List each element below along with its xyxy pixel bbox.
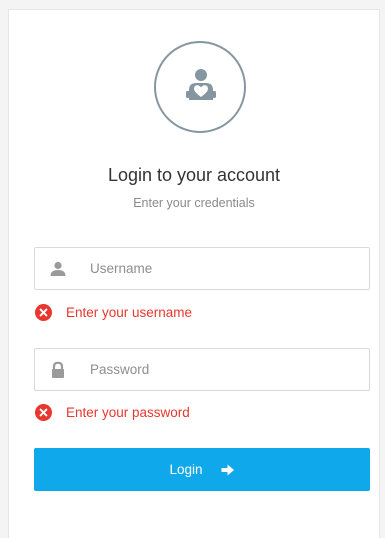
user-icon <box>50 261 66 276</box>
password-error: Enter your password <box>35 403 190 421</box>
login-button[interactable]: Login <box>34 448 370 491</box>
login-card: Login to your account Enter your credent… <box>8 9 380 538</box>
lock-icon <box>52 361 64 378</box>
arrow-right-icon <box>221 464 234 475</box>
error-circle-icon <box>35 403 52 421</box>
password-field[interactable] <box>34 348 370 391</box>
username-input[interactable] <box>90 248 360 289</box>
password-error-text: Enter your password <box>66 404 190 420</box>
page-title: Login to your account <box>107 165 281 185</box>
username-error: Enter your username <box>35 303 192 321</box>
login-button-label: Login <box>169 462 203 477</box>
username-field[interactable] <box>34 247 370 290</box>
avatar <box>154 41 246 133</box>
password-input[interactable] <box>90 349 360 390</box>
user-love-icon <box>186 69 216 100</box>
page-subtitle: Enter your credentials <box>133 196 255 210</box>
username-error-text: Enter your username <box>66 304 193 320</box>
error-circle-icon <box>35 303 52 321</box>
